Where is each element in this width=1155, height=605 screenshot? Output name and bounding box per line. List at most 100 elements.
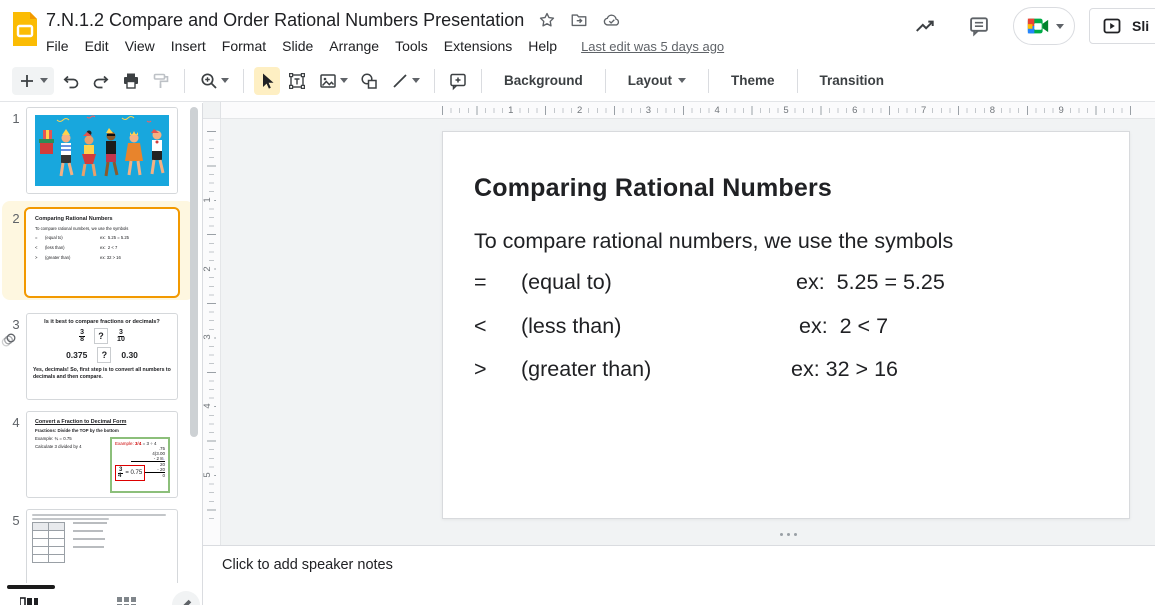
symbol-name: (equal to) (521, 270, 612, 294)
ruler-number: 9 (1055, 104, 1067, 117)
slide-number: 5 (12, 513, 20, 528)
slideshow-button[interactable]: Sli (1089, 8, 1155, 44)
textbox-button[interactable] (284, 67, 310, 95)
meet-button[interactable] (1013, 7, 1075, 45)
chevron-down-icon (678, 78, 687, 83)
symbol-example: ex: 2 < 7 (799, 313, 889, 338)
thumbnail-page[interactable]: Is it best to compare fractions or decim… (26, 313, 178, 400)
filmstrip-panel: 1 2 Comparing Rational Numbers To compar… (0, 103, 203, 605)
ruler-number: 8 (986, 104, 999, 117)
plus-icon (21, 74, 33, 87)
cloud-status-icon[interactable] (602, 11, 622, 29)
line-icon (393, 73, 407, 88)
comments-button[interactable] (959, 6, 999, 46)
ruler-number: 6 (849, 104, 861, 117)
menu-slide[interactable]: Slide (274, 36, 321, 56)
activity-dashboard-button[interactable] (905, 6, 945, 46)
slide-thumbnail-2-selected[interactable]: 2 Comparing Rational Numbers To compare … (0, 201, 200, 306)
fraction: 3 10 (117, 329, 125, 343)
star-icon[interactable] (538, 11, 556, 29)
slide-thumbnail-3[interactable]: 3 Is it best to compare fractions or dec… (0, 313, 200, 408)
menu-edit[interactable]: Edit (77, 36, 117, 56)
ruler-number: 3 (203, 334, 215, 341)
move-folder-icon[interactable] (570, 11, 588, 29)
filmstrip-scrollbar[interactable] (190, 107, 198, 437)
slides-logo-icon[interactable] (11, 10, 39, 48)
speaker-notes-area[interactable]: Click to add speaker notes (203, 545, 1155, 605)
redo-button[interactable] (88, 67, 114, 95)
notes-resize-handle[interactable] (770, 533, 806, 536)
insert-comment-button[interactable] (445, 67, 471, 95)
slide-title[interactable]: Comparing Rational Numbers (474, 174, 832, 203)
new-slide-button[interactable] (12, 66, 54, 95)
chevron-down-icon (221, 78, 229, 83)
symbol: > (474, 357, 487, 381)
toolbar-separator (243, 68, 244, 93)
horizontal-ruler: 1 2 3 4 5 6 7 8 9 (203, 102, 1155, 119)
mini-footer: Yes, decimals! So, first step is to conv… (33, 367, 171, 380)
undo-button[interactable] (58, 67, 84, 95)
theme-button[interactable]: Theme (717, 68, 789, 93)
menu-tools[interactable]: Tools (387, 36, 436, 56)
menu-view[interactable]: View (117, 36, 163, 56)
slide1-illustration (27, 108, 177, 193)
toolbar-separator (796, 68, 798, 93)
ruler-number: 4 (203, 403, 215, 409)
zoom-button[interactable] (195, 67, 233, 95)
menu-file[interactable]: File (38, 36, 77, 56)
symbol-row: > (greater than) ex: 32 > 16 (474, 357, 945, 401)
app-header: 7.N.1.2 Compare and Order Rational Numbe… (0, 0, 1155, 60)
mini-answer-options (73, 522, 107, 563)
slide-symbol-list[interactable]: = (equal to) ex: 5.25 = 5.25 < (less tha… (474, 270, 945, 401)
doc-title[interactable]: 7.N.1.2 Compare and Order Rational Numbe… (46, 10, 524, 31)
slide-thumbnail-4[interactable]: 4 Convert a Fraction to Decimal Form Fra… (0, 411, 200, 506)
menu-insert[interactable]: Insert (163, 36, 214, 56)
chevron-down-icon (340, 78, 348, 83)
thumbnail-page[interactable] (26, 107, 178, 194)
select-tool-button[interactable] (254, 66, 280, 95)
slide-page[interactable]: Comparing Rational Numbers To compare ra… (442, 131, 1130, 519)
thumbnail-page[interactable]: Comparing Rational Numbers To compare ra… (24, 207, 180, 298)
speaker-notes-placeholder[interactable]: Click to add speaker notes (222, 557, 393, 573)
menu-arrange[interactable]: Arrange (321, 36, 387, 56)
toolbar-separator (708, 68, 710, 93)
toolbar: Background Layout Theme Transition (0, 60, 1155, 102)
mini-example: ex: 2 < 7 (100, 245, 118, 250)
menu-extensions[interactable]: Extensions (436, 36, 520, 56)
insert-line-button[interactable] (386, 67, 424, 95)
menu-format[interactable]: Format (214, 36, 274, 56)
layout-button[interactable]: Layout (614, 68, 700, 93)
chevron-down-icon (412, 78, 420, 83)
grid-view-button[interactable] (117, 597, 137, 605)
question-box: ? (94, 328, 109, 344)
filmstrip-view-button[interactable] (20, 597, 38, 605)
slide-canvas[interactable]: 1 2 3 4 5 6 7 8 9 1 2 3 4 5 Comparing Ra… (203, 102, 1155, 545)
transition-button[interactable]: Transition (806, 68, 899, 93)
layout-label: Layout (627, 73, 673, 88)
print-icon (124, 73, 138, 89)
symbol-name: (greater than) (521, 357, 652, 381)
background-button[interactable]: Background (490, 68, 597, 93)
redo-icon (93, 75, 109, 88)
ruler-ticks (203, 131, 221, 520)
thumbnail-page[interactable]: Convert a Fraction to Decimal Form Fract… (26, 411, 178, 498)
symbol-row: = (equal to) ex: 5.25 = 5.25 (474, 270, 945, 314)
ruler-number: 2 (203, 265, 215, 272)
menu-help[interactable]: Help (520, 36, 565, 56)
print-button[interactable] (118, 67, 144, 95)
mini-name: (greater than) (45, 255, 71, 260)
slide-number: 3 (12, 317, 20, 332)
paint-format-button[interactable] (148, 67, 174, 95)
slide-thumbnail-1[interactable]: 1 (0, 107, 200, 202)
slide-intro[interactable]: To compare rational numbers, we use the … (474, 229, 953, 254)
ruler-number: 1 (203, 197, 215, 203)
filmstrip-horizontal-scrollbar[interactable] (7, 585, 55, 589)
paint-roller-icon (153, 73, 169, 88)
chevron-down-icon (40, 78, 48, 83)
last-edit-link[interactable]: Last edit was 5 days ago (581, 39, 724, 54)
mini-symbol: > (35, 255, 38, 260)
slide-number: 4 (12, 415, 20, 430)
insert-image-button[interactable] (314, 67, 352, 95)
meet-icon (1027, 18, 1049, 34)
insert-shape-button[interactable] (356, 67, 382, 95)
